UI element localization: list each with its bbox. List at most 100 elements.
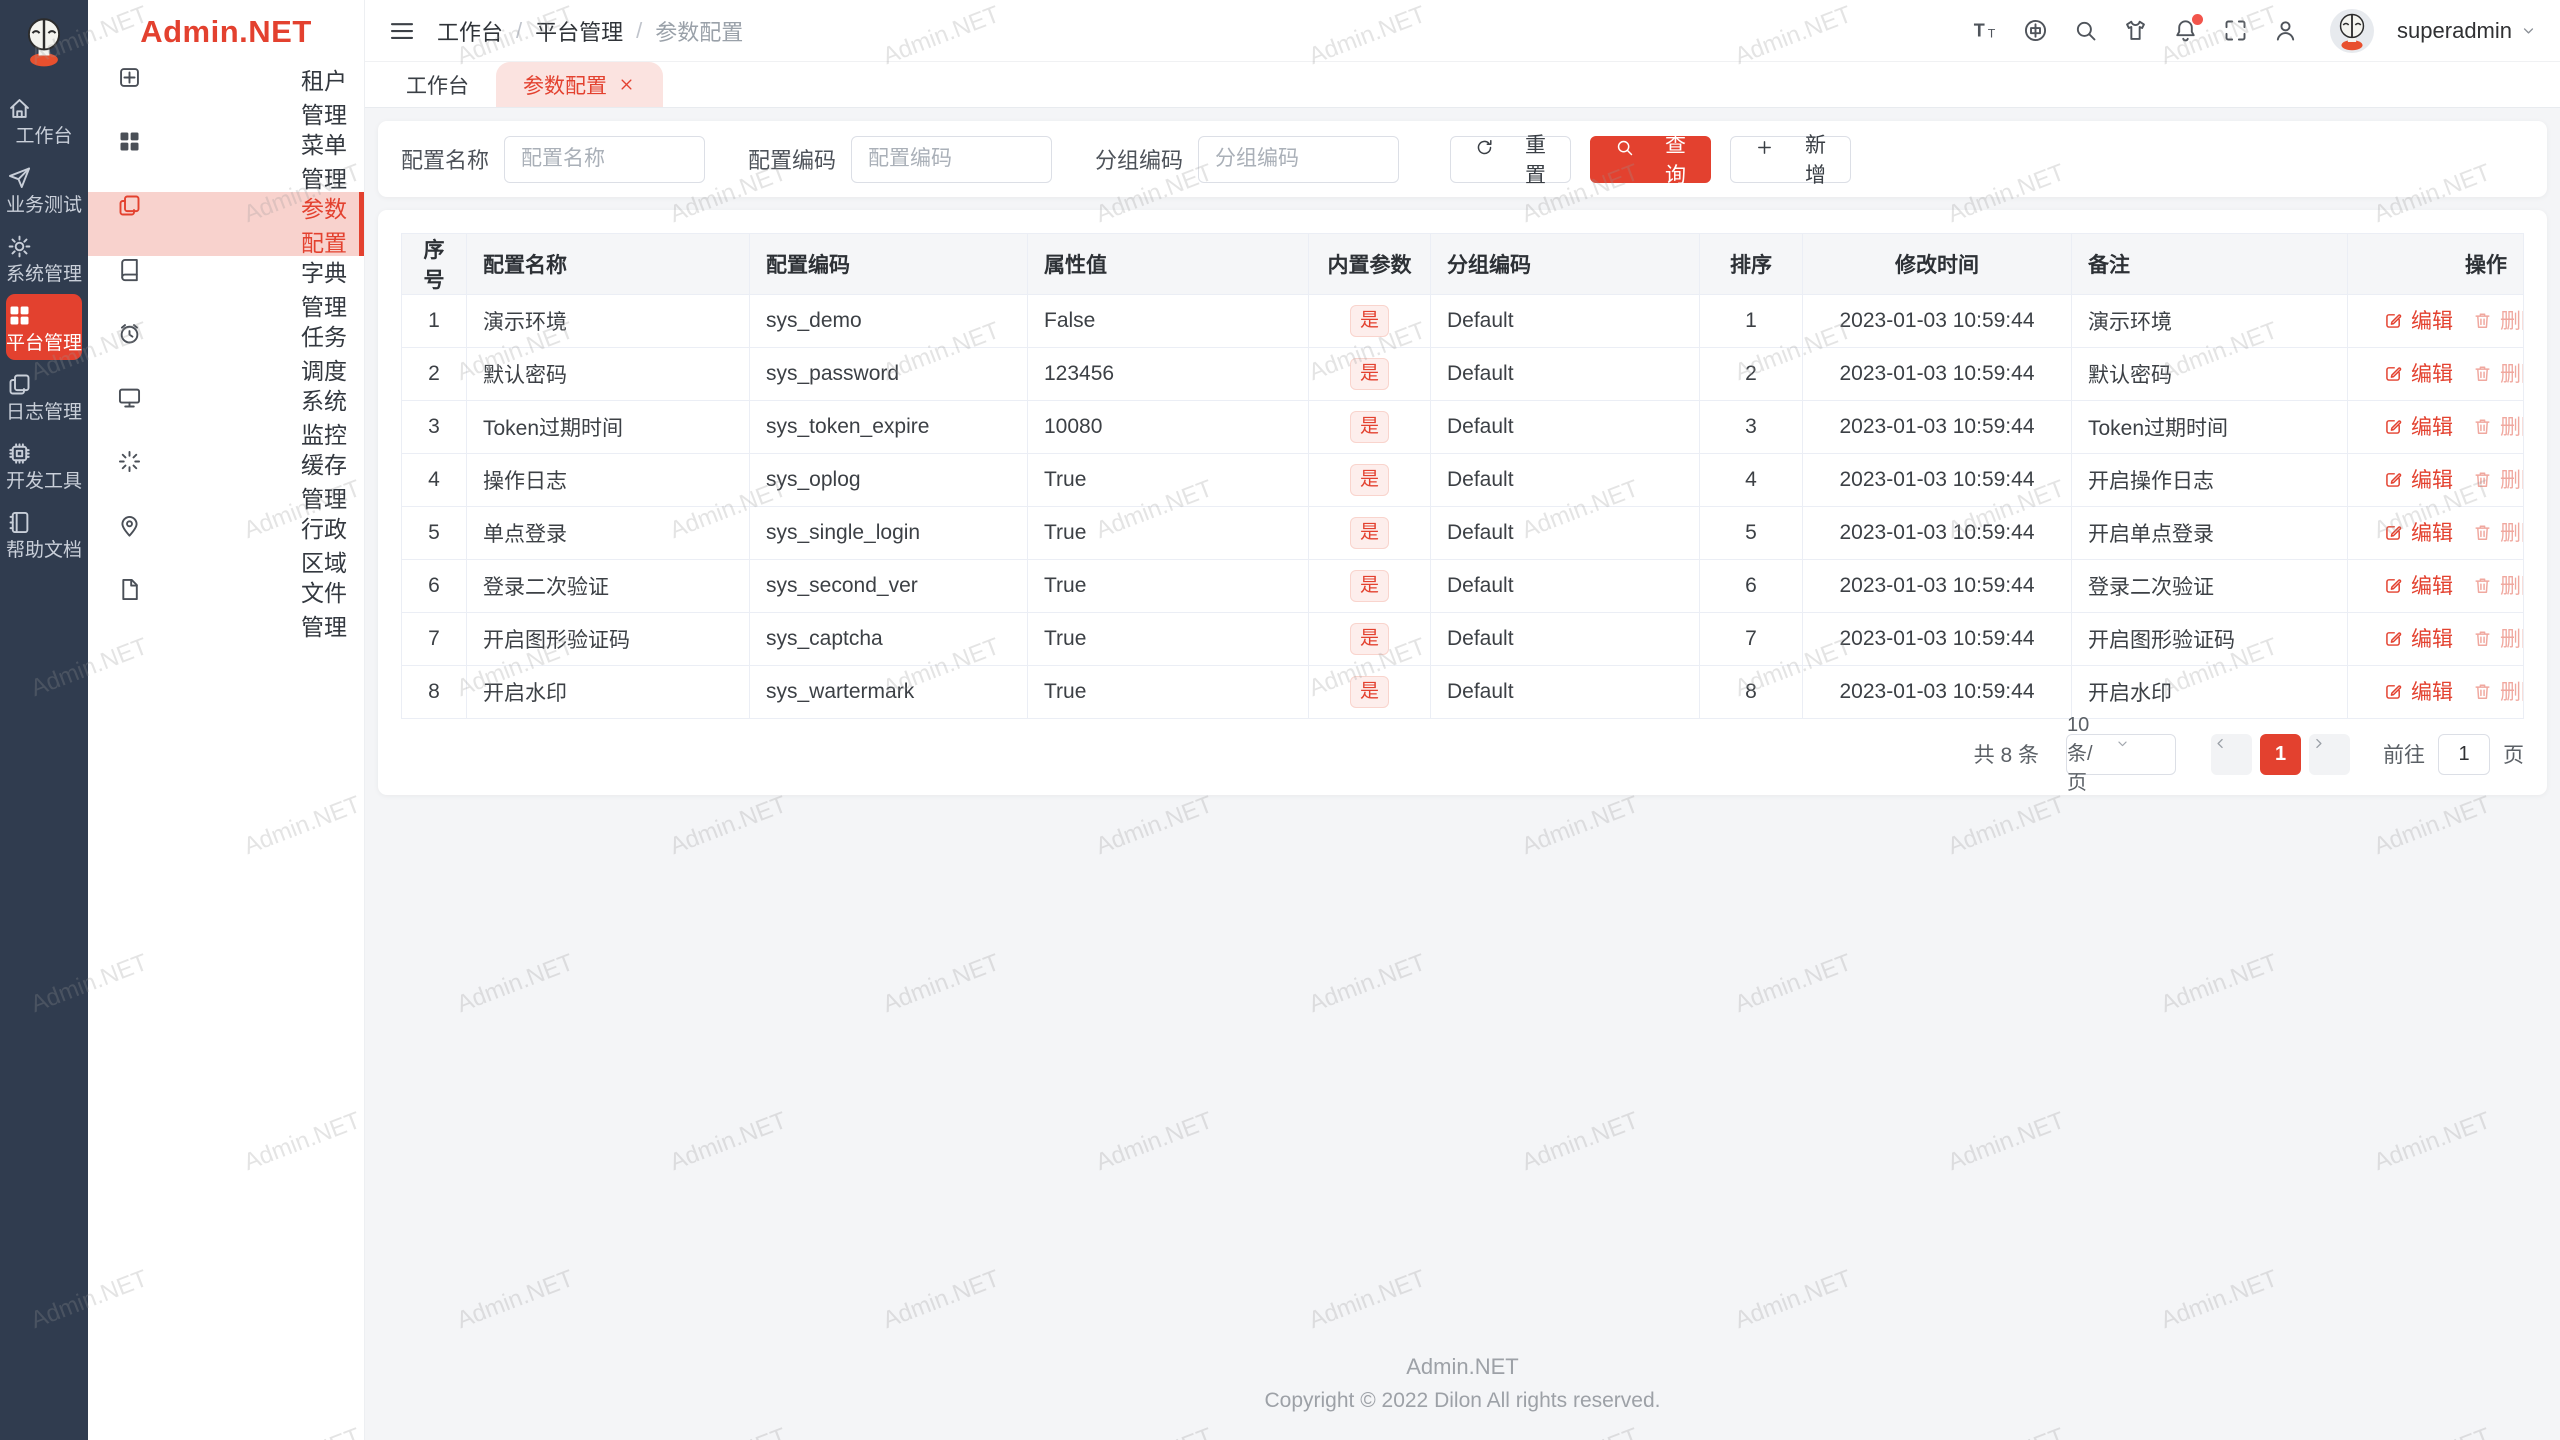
cell-time: 2023-01-03 10:59:44 <box>1802 665 2072 719</box>
collapse-menu-button[interactable] <box>387 16 417 46</box>
delete-button[interactable]: 删除 <box>2472 305 2523 335</box>
cell-builtin: 是 <box>1308 559 1431 613</box>
column-header-7: 修改时间 <box>1802 233 2072 295</box>
delete-button[interactable]: 删除 <box>2472 358 2523 388</box>
sidebar-item-label: 文件管理 <box>300 580 347 640</box>
rail-item-cpu[interactable]: 开发工具 <box>6 432 82 498</box>
notebook-icon <box>6 509 82 536</box>
next-page-button[interactable] <box>2309 733 2350 775</box>
rail-item-gear[interactable]: 系统管理 <box>6 225 82 291</box>
config-code-input[interactable] <box>851 135 1053 183</box>
column-header-0: 序号 <box>401 233 467 295</box>
sidebar-item-cache[interactable]: 缓存管理 <box>88 448 364 512</box>
edit-button[interactable]: 编辑 <box>2383 676 2453 706</box>
cell-sort: 1 <box>1699 294 1803 348</box>
edit-label: 编辑 <box>2411 628 2453 652</box>
sidebar-item-monitor[interactable]: 系统监控 <box>88 384 364 448</box>
builtin-tag: 是 <box>1349 357 1389 391</box>
cell-index: 5 <box>401 506 467 560</box>
close-tab-icon[interactable] <box>617 75 636 94</box>
cell-name: 操作日志 <box>466 453 750 507</box>
sidebar-item-region[interactable]: 行政区域 <box>88 512 364 576</box>
delete-button[interactable]: 删除 <box>2472 411 2523 441</box>
rail-item-notebook[interactable]: 帮助文档 <box>6 501 82 567</box>
cell-sort: 7 <box>1699 612 1803 666</box>
sidebar-item-schedule[interactable]: 任务调度 <box>88 320 364 384</box>
sidebar-item-config[interactable]: 参数配置 <box>88 192 364 256</box>
rail-item-send[interactable]: 业务测试 <box>6 156 82 222</box>
fullscreen-icon <box>2222 17 2249 44</box>
prev-page-button[interactable] <box>2211 733 2252 775</box>
sidebar-item-tenant[interactable]: 租户管理 <box>88 64 364 128</box>
delete-button[interactable]: 删除 <box>2472 464 2523 494</box>
cell-index: 1 <box>401 294 467 348</box>
svg-text:T: T <box>1988 26 1996 40</box>
edit-button[interactable]: 编辑 <box>2383 411 2453 441</box>
table-row: 1 演示环境 sys_demo False 是 Default 1 2023-01-03 10… <box>401 294 2524 348</box>
delete-button[interactable]: 删除 <box>2472 676 2523 706</box>
delete-button[interactable]: 删除 <box>2472 517 2523 547</box>
filter-group-code: 配置编码 <box>748 135 1053 183</box>
menu-grid-icon <box>116 128 286 192</box>
cell-time: 2023-01-03 10:59:44 <box>1802 453 2072 507</box>
edit-button[interactable]: 编辑 <box>2383 358 2453 388</box>
language-button[interactable] <box>2022 17 2049 44</box>
delete-button[interactable]: 删除 <box>2472 570 2523 600</box>
cell-name: 默认密码 <box>466 347 750 401</box>
theme-button[interactable] <box>2122 17 2149 44</box>
tab-workbench[interactable]: 工作台 <box>379 62 496 107</box>
builtin-tag: 是 <box>1349 463 1389 497</box>
delete-label: 删除 <box>2500 681 2523 705</box>
rail-item-home[interactable]: 工作台 <box>6 87 82 153</box>
cell-group: Default <box>1430 453 1700 507</box>
rail-item-label: 帮助文档 <box>6 540 83 561</box>
cell-actions: 编辑 删除 <box>2347 347 2524 401</box>
edit-button[interactable]: 编辑 <box>2383 305 2453 335</box>
goto-page-input[interactable] <box>2438 733 2490 775</box>
table-row: 6 登录二次验证 sys_second_ver True 是 Default 6 2023-0… <box>401 559 2524 613</box>
cell-builtin: 是 <box>1308 612 1431 666</box>
page-size-select[interactable]: 10条/页 <box>2066 714 2176 794</box>
config-table: 序号 配置名称 配置编码 属性值 内置参数 分组编码 排序 修改时间 备注 操作 1 演示环境 sys… <box>401 233 2524 719</box>
filter-group-name: 配置名称 <box>401 135 706 183</box>
edit-button[interactable]: 编辑 <box>2383 623 2453 653</box>
page-number-button[interactable]: 1 <box>2260 733 2301 775</box>
delete-button[interactable]: 删除 <box>2472 623 2523 653</box>
edit-button[interactable]: 编辑 <box>2383 570 2453 600</box>
config-name-input[interactable] <box>504 135 706 183</box>
edit-button[interactable]: 编辑 <box>2383 517 2453 547</box>
search-button[interactable] <box>2072 17 2099 44</box>
add-button[interactable]: 新增 <box>1730 134 1852 187</box>
cell-actions: 编辑 删除 <box>2347 612 2524 666</box>
edit-button[interactable]: 编辑 <box>2383 464 2453 494</box>
breadcrumb-separator: / <box>636 17 643 43</box>
sidebar-item-label: 菜单管理 <box>300 132 347 192</box>
font-size-icon: TT <box>1972 17 1999 44</box>
cell-actions: 编辑 删除 <box>2347 453 2524 507</box>
filter-label: 配置编码 <box>748 148 837 173</box>
refresh-icon <box>1474 137 1514 182</box>
user-menu[interactable]: superadmin <box>2397 18 2538 44</box>
tab-param-config[interactable]: 参数配置 <box>496 62 663 107</box>
cell-value: True <box>1027 612 1309 666</box>
cell-time: 2023-01-03 10:59:44 <box>1802 294 2072 348</box>
fullscreen-button[interactable] <box>2222 17 2249 44</box>
sidebar-item-label: 参数配置 <box>300 196 347 256</box>
user-avatar[interactable] <box>2330 8 2375 53</box>
tenant-icon <box>116 64 286 128</box>
breadcrumb-item[interactable]: 平台管理 <box>535 15 623 47</box>
bell-button[interactable] <box>2172 14 2204 44</box>
rail-item-grid[interactable]: 平台管理 <box>6 294 82 360</box>
reset-button[interactable]: 重置 <box>1450 134 1572 187</box>
breadcrumb-item[interactable]: 工作台 <box>437 15 503 47</box>
font-size-button[interactable]: TT <box>1972 17 1999 44</box>
query-button[interactable]: 查询 <box>1590 134 1712 187</box>
group-code-input[interactable] <box>1198 135 1400 183</box>
sidebar-item-dict[interactable]: 字典管理 <box>88 256 364 320</box>
monitor-icon <box>116 384 286 448</box>
sidebar-item-file[interactable]: 文件管理 <box>88 576 364 640</box>
filter-buttons: 重置 查询 新增 <box>1450 134 1852 187</box>
rail-item-docs[interactable]: 日志管理 <box>6 363 82 429</box>
sidebar-item-menu-grid[interactable]: 菜单管理 <box>88 128 364 192</box>
user-button[interactable] <box>2272 17 2299 44</box>
